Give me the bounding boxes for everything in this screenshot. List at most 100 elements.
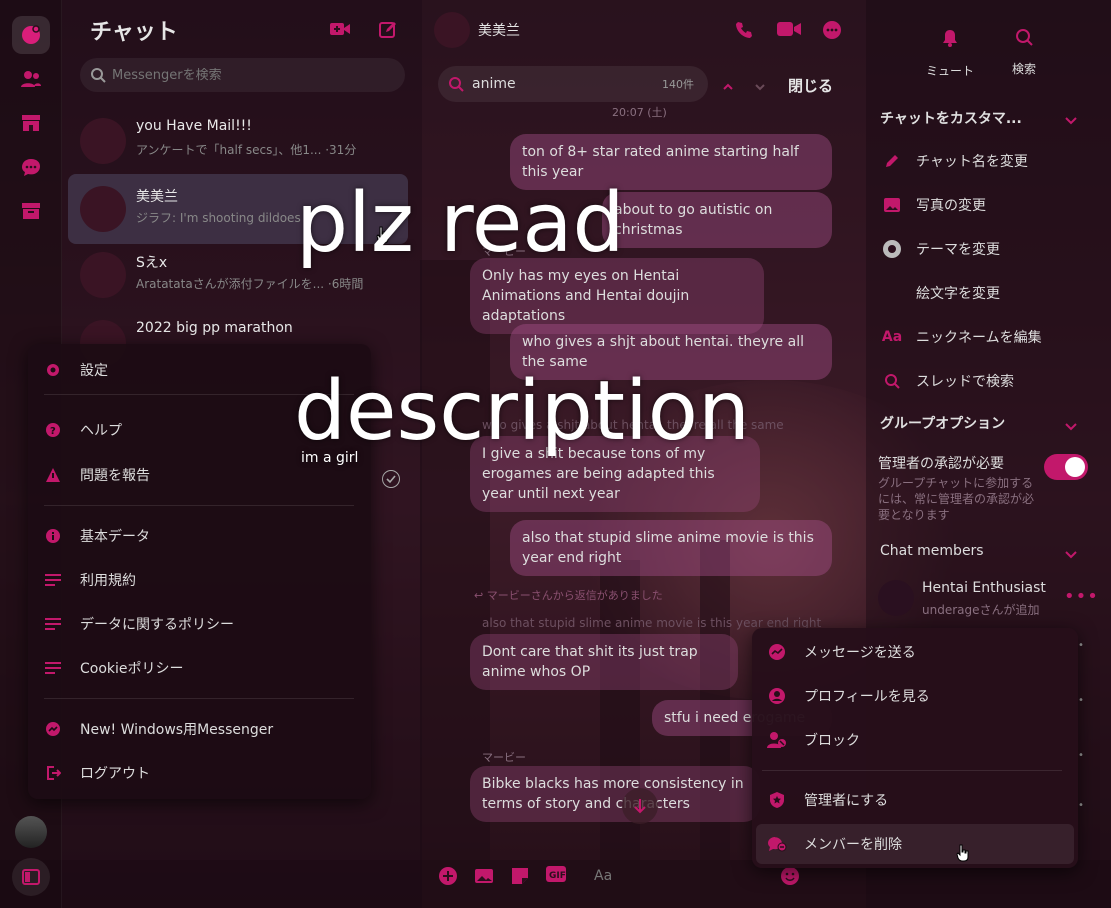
close-search-button[interactable]: 閉じる — [788, 75, 833, 96]
chevron-down-icon[interactable] — [754, 78, 766, 91]
avatar[interactable] — [434, 12, 470, 48]
menu-item-cookie-policy[interactable]: Cookieポリシー — [28, 648, 371, 688]
change-theme-item[interactable]: テーマを変更 — [882, 234, 1102, 264]
menu-item-label: 基本データ — [80, 529, 150, 545]
search-icon — [449, 77, 464, 92]
plus-icon[interactable] — [438, 866, 458, 886]
member-options-icon[interactable]: • — [1078, 800, 1085, 811]
member-options-menu: メッセージを送る プロフィールを見る ブロック 管理者にする メンバーを削除 — [752, 628, 1078, 868]
message-bubble[interactable]: Bibke blacks has more consistency in ter… — [470, 766, 760, 822]
section-title[interactable]: グループオプション — [880, 413, 1005, 433]
chat-title[interactable]: 美美兰 — [478, 20, 520, 40]
menu-item-logout[interactable]: ログアウト — [28, 753, 371, 793]
member-options-icon[interactable]: • — [1078, 640, 1085, 651]
svg-text:GIF: GIF — [549, 871, 566, 881]
image-icon[interactable] — [474, 866, 494, 886]
member-options-icon[interactable]: • — [1078, 695, 1085, 706]
menu-item-send-message[interactable]: メッセージを送る — [756, 632, 1074, 672]
bubble-icon[interactable] — [12, 148, 50, 186]
menu-item-windows-app[interactable]: New! Windows用Messenger — [28, 709, 371, 749]
menu-item-terms[interactable]: 利用規約 — [28, 560, 371, 600]
phone-icon[interactable] — [734, 20, 756, 40]
search-icon — [1016, 29, 1033, 46]
menu-item-block[interactable]: ブロック — [756, 720, 1074, 760]
item-label: テーマを変更 — [916, 242, 1000, 258]
arrow-down-icon — [634, 799, 646, 814]
reply-notice: ↩ マービーさんから返信がありました — [474, 589, 663, 602]
chat-icon[interactable] — [12, 16, 50, 54]
message-bubble[interactable]: also that stupid slime anime movie is th… — [510, 520, 832, 576]
emoji-icon[interactable] — [780, 866, 800, 886]
sidebar-toggle-icon[interactable] — [12, 858, 50, 896]
menu-item-make-admin[interactable]: 管理者にする — [756, 780, 1074, 820]
avatar — [80, 252, 126, 298]
search-query[interactable]: anime — [472, 76, 516, 92]
archive-icon[interactable] — [12, 192, 50, 230]
change-emoji-item[interactable]: 絵文字を変更 — [882, 278, 1102, 308]
lines-icon — [44, 659, 62, 677]
warning-icon — [44, 466, 62, 484]
approval-toggle[interactable] — [1044, 454, 1088, 480]
message-input[interactable]: Aa — [594, 868, 612, 884]
lines-icon — [44, 615, 62, 633]
reply-notice-text: マービーさんから返信がありました — [486, 589, 663, 602]
menu-item-label: メッセージを送る — [804, 645, 916, 661]
item-label: ニックネームを編集 — [916, 330, 1042, 346]
gif-icon[interactable]: GIF — [546, 866, 566, 886]
search-bar[interactable] — [80, 58, 405, 92]
avatar[interactable] — [15, 816, 47, 848]
message-bubble[interactable]: about to go autistic on christmas — [602, 192, 832, 248]
conversation-preview: Aratatataさんが添付ファイルを... ·6時間 — [136, 277, 364, 291]
rename-chat-item[interactable]: チャット名を変更 — [882, 146, 1102, 176]
chevron-down-icon[interactable] — [1064, 546, 1078, 560]
store-icon[interactable] — [12, 104, 50, 142]
chevron-down-icon[interactable] — [1064, 418, 1078, 432]
sticker-icon[interactable] — [510, 866, 530, 886]
block-icon — [766, 729, 788, 751]
more-icon[interactable] — [822, 20, 844, 40]
menu-item-label: 問題を報告 — [80, 468, 150, 484]
section-title[interactable]: Chat members — [880, 543, 984, 559]
menu-item-label: プロフィールを見る — [804, 689, 930, 705]
mute-label: ミュート — [925, 64, 974, 78]
conversation-name: 2022 big pp marathon — [136, 320, 293, 336]
page-title: チャット — [90, 20, 178, 45]
search-icon — [882, 371, 902, 391]
conversation-name: you Have Mail!!! — [136, 118, 252, 134]
menu-item-about[interactable]: 基本データ — [28, 516, 371, 556]
menu-item-label: ログアウト — [80, 766, 150, 782]
scroll-down-button[interactable] — [622, 788, 658, 824]
message-bubble[interactable]: Dont care that shit its just trap anime … — [470, 634, 738, 690]
menu-item-data-policy[interactable]: データに関するポリシー — [28, 604, 371, 644]
menu-item-remove-member[interactable]: メンバーを削除 — [756, 824, 1074, 864]
menu-item-label: 管理者にする — [804, 793, 889, 809]
change-photo-item[interactable]: 写真の変更 — [882, 190, 1102, 220]
search-input[interactable] — [112, 67, 382, 83]
edit-nickname-item[interactable]: Aa ニックネームを編集 — [882, 322, 1102, 352]
message-search-bar[interactable]: anime 140件 — [438, 66, 708, 102]
member-name[interactable]: Hentai Enthusiast — [922, 580, 1046, 596]
messenger-icon — [766, 641, 788, 663]
section-title[interactable]: チャットをカスタマ... — [880, 108, 1022, 128]
timestamp: 20:07 (土) — [612, 106, 667, 119]
search-button[interactable]: 検索 — [994, 28, 1054, 77]
video-new-icon[interactable] — [329, 20, 351, 40]
chevron-up-icon[interactable] — [722, 78, 734, 90]
overlay-text: description — [294, 364, 750, 459]
cursor-hand-icon — [956, 844, 970, 866]
mute-button[interactable]: ミュート — [920, 28, 980, 79]
avatar[interactable] — [878, 580, 914, 616]
chevron-down-icon[interactable] — [1064, 112, 1078, 126]
member-options-icon[interactable]: • — [1078, 750, 1085, 761]
approval-label: 管理者の承認が必要 — [878, 456, 1004, 472]
remove-member-icon — [766, 833, 788, 855]
theme-icon — [882, 239, 902, 259]
conversation-item[interactable]: you Have Mail!!! アンケートで「half secs」、他1...… — [68, 106, 408, 176]
menu-item-view-profile[interactable]: プロフィールを見る — [756, 676, 1074, 716]
compose-icon[interactable] — [378, 20, 400, 40]
people-icon[interactable] — [12, 60, 50, 98]
divider — [44, 698, 354, 699]
video-call-icon[interactable] — [776, 20, 801, 40]
member-options-icon[interactable]: ••• — [1064, 586, 1099, 607]
search-thread-item[interactable]: スレッドで検索 — [882, 366, 1102, 396]
